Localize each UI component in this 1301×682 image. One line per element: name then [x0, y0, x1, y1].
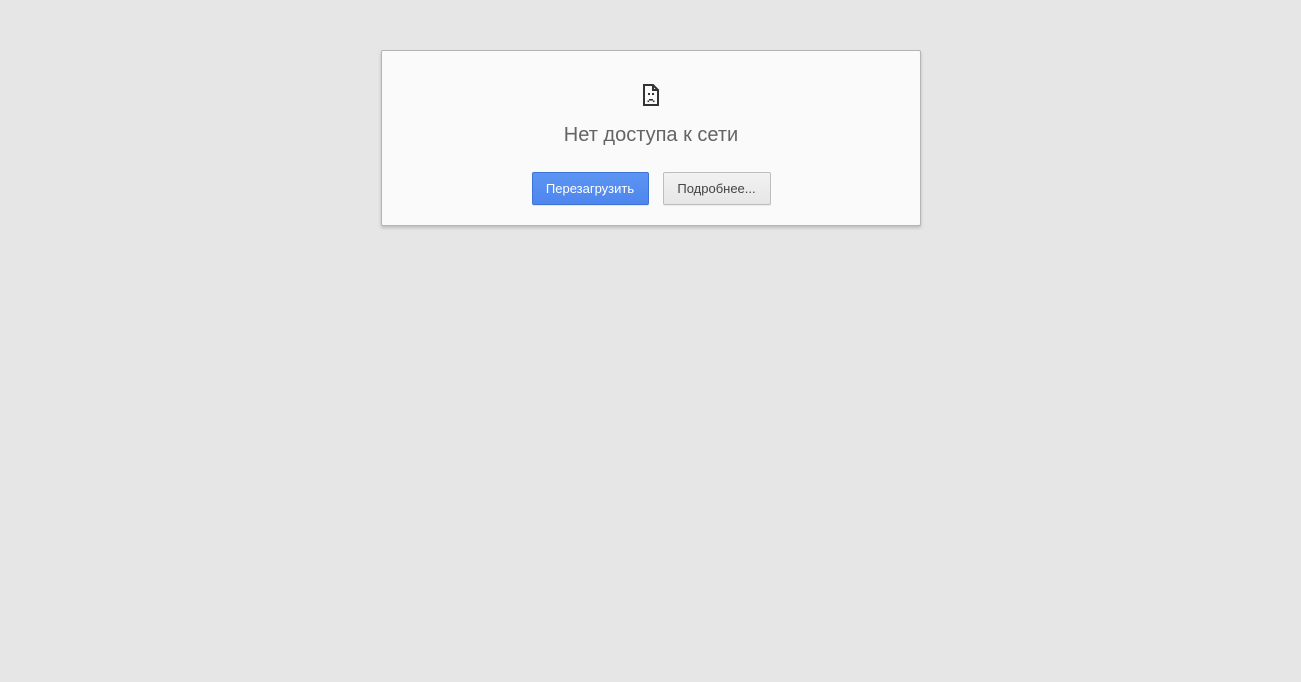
- sad-page-icon-container: [382, 84, 920, 106]
- button-row: Перезагрузить Подробнее...: [382, 172, 920, 205]
- sad-page-icon: [643, 84, 659, 106]
- reload-button[interactable]: Перезагрузить: [531, 172, 649, 205]
- error-dialog: Нет доступа к сети Перезагрузить Подробн…: [381, 50, 921, 226]
- details-button[interactable]: Подробнее...: [662, 172, 771, 205]
- error-title: Нет доступа к сети: [563, 124, 739, 146]
